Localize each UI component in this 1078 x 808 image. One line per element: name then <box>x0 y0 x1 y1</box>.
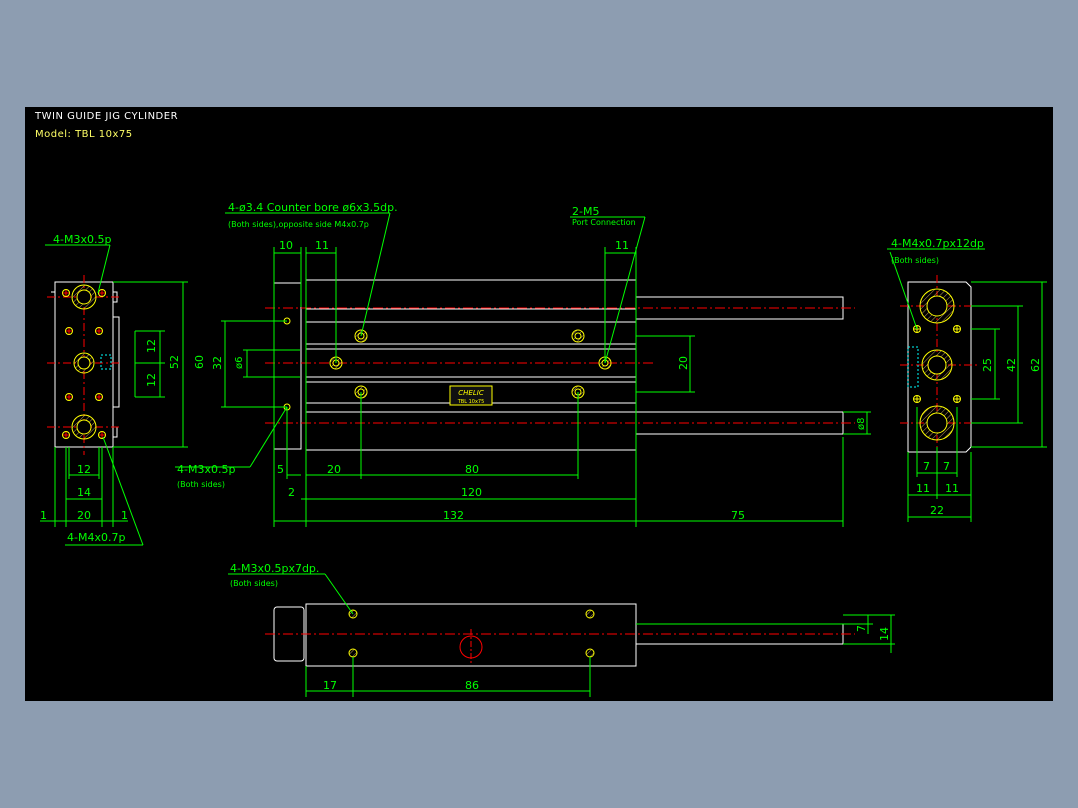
left-bottom-callout: 4-M4x0.7p <box>67 531 125 544</box>
dim-120: 120 <box>461 486 482 499</box>
front-view: CHELIC TBL 10x75 4-ø3.4 Counter bore ø6x… <box>175 201 871 527</box>
cbore-callout-note: (Both sides),opposite side M4x0.7p <box>228 220 369 229</box>
port-callout-note: Port Connection <box>572 218 636 227</box>
dim-2: 2 <box>288 486 295 499</box>
cbore-callout: 4-ø3.4 Counter bore ø6x3.5dp. <box>228 201 398 214</box>
dim-42: 42 <box>1005 358 1018 372</box>
left-end-view: 4-M3x0.5p 52 60 12 12 12 14 20 1 1 4-M4x… <box>40 233 206 546</box>
dim-11-right: 11 <box>615 239 629 252</box>
dim-32: 32 <box>211 356 224 370</box>
dim-25: 25 <box>981 358 994 372</box>
dim-52: 52 <box>168 355 181 369</box>
bottom-tap-note: (Both sides) <box>230 579 278 588</box>
dim-22: 22 <box>930 504 944 517</box>
front-tap-note: (Both sides) <box>177 480 225 489</box>
left-tap-callout: 4-M3x0.5p <box>53 233 111 246</box>
port-callout: 2-M5 <box>572 205 599 218</box>
dim-62: 62 <box>1029 358 1042 372</box>
dim-dia-8: ø8 <box>856 418 867 430</box>
nameplate-model: TBL 10x75 <box>457 399 485 405</box>
dim-10: 10 <box>279 239 293 252</box>
dim-11-r-right: 11 <box>945 482 959 495</box>
dim-20: 20 <box>327 463 341 476</box>
dim-80: 80 <box>465 463 479 476</box>
dim-20-vertical: 20 <box>677 356 690 370</box>
dim-dia-6: ø6 <box>234 357 245 369</box>
bottom-tap-callout: 4-M3x0.5px7dp. <box>230 562 319 575</box>
dim-11-left: 11 <box>315 239 329 252</box>
dim-7-right: 7 <box>943 460 950 473</box>
dim-1-right: 1 <box>121 509 128 522</box>
dim-7-bottom: 7 <box>855 625 868 632</box>
dim-14-bottom: 14 <box>878 627 891 641</box>
right-tap-note: (Both sides) <box>891 256 939 265</box>
dim-75: 75 <box>731 509 745 522</box>
dim-12-width: 12 <box>77 463 91 476</box>
dim-20-width: 20 <box>77 509 91 522</box>
nameplate-brand: CHELIC <box>458 389 484 397</box>
dim-7-left: 7 <box>923 460 930 473</box>
dim-11-r-left: 11 <box>916 482 930 495</box>
drawing-canvas: TWIN GUIDE JIG CYLINDER Model: TBL 10x75 <box>25 107 1053 701</box>
dim-132: 132 <box>443 509 464 522</box>
dim-5: 5 <box>277 463 284 476</box>
right-tap-callout: 4-M4x0.7px12dp <box>891 237 984 250</box>
dim-1-left: 1 <box>40 509 47 522</box>
bottom-view: 4-M3x0.5px7dp. (Both sides) 7 14 17 86 <box>228 562 895 697</box>
cad-drawing: 4-M3x0.5p 52 60 12 12 12 14 20 1 1 4-M4x… <box>40 201 1047 697</box>
dim-12-lower: 12 <box>145 373 158 387</box>
front-tap-callout: 4-M3x0.5p <box>177 463 235 476</box>
dim-60: 60 <box>193 355 206 369</box>
dim-86: 86 <box>465 679 479 692</box>
dim-17: 17 <box>323 679 337 692</box>
right-end-view: 4-M4x0.7px12dp (Both sides) 25 42 62 7 7… <box>887 237 1047 522</box>
dim-12-upper: 12 <box>145 339 158 353</box>
dim-14-width: 14 <box>77 486 91 499</box>
